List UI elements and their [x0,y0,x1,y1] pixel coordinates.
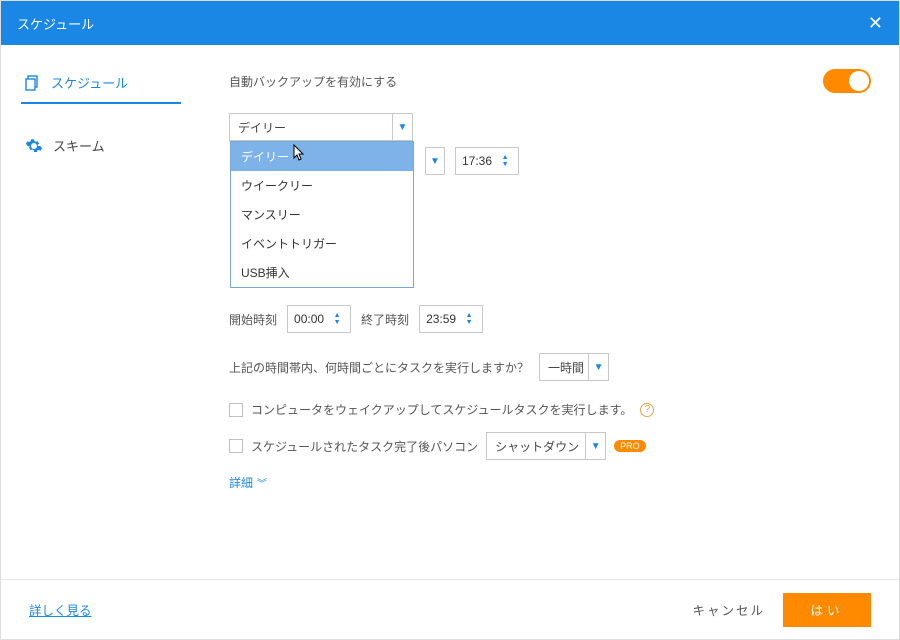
end-time-label: 終了時刻 [361,311,409,328]
time-spinner[interactable]: ▲▼ [462,312,476,326]
sidebar-item-scheme[interactable]: スキーム [1,126,201,165]
menu-item-label: USB挿入 [241,266,290,280]
help-icon[interactable]: ? [640,403,654,417]
aftertask-value: シャットダウン [495,438,579,455]
aftertask-label: スケジュールされたタスク完了後パソコン [251,438,478,455]
schedule-type-select[interactable]: デイリー ▼ デイリー ウイークリー マンスリー イベントトリガー USB挿入 [229,113,413,141]
aftertask-select[interactable]: シャットダウン ▼ [486,432,606,460]
wakeup-checkbox[interactable] [229,403,243,417]
menu-item-label: ウイークリー [241,179,313,193]
menu-item-label: デイリー [241,150,289,164]
dialog-footer: 詳しく見る キャンセル はい [1,579,899,639]
chevron-up-icon[interactable]: ▲ [462,312,476,319]
close-icon[interactable]: ✕ [868,13,883,34]
sidebar: スケジュール スキーム [1,45,201,581]
details-label: 詳細 [229,474,253,491]
sidebar-item-label: スケジュール [51,73,128,92]
content-panel: 自動バックアップを有効にする デイリー ▼ デイリー ウイークリー [201,45,899,581]
details-expand[interactable]: 詳細 ︾ [229,474,267,491]
pro-badge: PRO [614,440,646,452]
dialog-title: スケジュール [17,14,94,33]
ok-button[interactable]: はい [783,593,871,627]
start-time-input[interactable]: 00:00 ▲▼ [287,305,351,333]
time-value: 23:59 [426,312,456,326]
time-input-1[interactable]: 17:36 ▲▼ [455,147,519,175]
cursor-icon [293,144,307,165]
interval-label: 上記の時間帯内、何時間ごとにタスクを実行しますか？ [229,359,529,376]
menu-item-weekly[interactable]: ウイークリー [231,171,413,200]
wakeup-label: コンピュータをウェイクアップしてスケジュールタスクを実行します。 [251,401,632,418]
enable-autobackup-toggle[interactable] [823,69,871,93]
aftertask-checkbox[interactable] [229,439,243,453]
chevron-up-icon[interactable]: ▲ [330,312,344,319]
chevron-up-icon[interactable]: ▲ [498,154,512,161]
menu-item-event[interactable]: イベントトリガー [231,229,413,258]
chevron-down-icon: ▼ [392,114,412,140]
menu-item-label: イベントトリガー [241,237,337,251]
menu-item-daily[interactable]: デイリー [231,142,413,171]
chevron-down-icon: ▼ [585,433,605,459]
sidebar-item-schedule[interactable]: スケジュール [21,63,181,104]
dialog-body: スケジュール スキーム 自動バックアップを有効にする デイリー ▼ [1,45,899,581]
time-value: 00:00 [294,312,324,326]
chevron-down-icon[interactable]: ▼ [330,319,344,326]
toggle-knob [849,71,869,91]
chevron-down-icon[interactable]: ▼ [425,147,445,175]
time-spinner[interactable]: ▲▼ [330,312,344,326]
end-time-input[interactable]: 23:59 ▲▼ [419,305,483,333]
learn-more-link[interactable]: 詳しく見る [29,600,92,619]
menu-item-usb[interactable]: USB挿入 [231,258,413,287]
chevrons-down-icon: ︾ [257,475,267,490]
time-value: 17:36 [462,154,492,168]
menu-item-monthly[interactable]: マンスリー [231,200,413,229]
dialog-header: スケジュール ✕ [1,1,899,45]
menu-item-label: マンスリー [241,208,301,222]
gear-icon [25,137,43,155]
start-time-label: 開始時刻 [229,311,277,328]
time-spinner[interactable]: ▲▼ [498,154,512,168]
chevron-down-icon: ▼ [588,354,608,380]
cancel-button[interactable]: キャンセル [692,600,765,619]
interval-select[interactable]: 一時間 ▼ [539,353,609,381]
chevron-down-icon[interactable]: ▼ [498,161,512,168]
interval-value: 一時間 [548,359,584,376]
schedule-type-value: デイリー [238,119,286,136]
chevron-down-icon[interactable]: ▼ [462,319,476,326]
schedule-type-menu: デイリー ウイークリー マンスリー イベントトリガー USB挿入 [230,141,414,288]
sidebar-item-label: スキーム [53,136,105,155]
copy-icon [25,75,41,91]
enable-autobackup-label: 自動バックアップを有効にする [229,73,397,90]
